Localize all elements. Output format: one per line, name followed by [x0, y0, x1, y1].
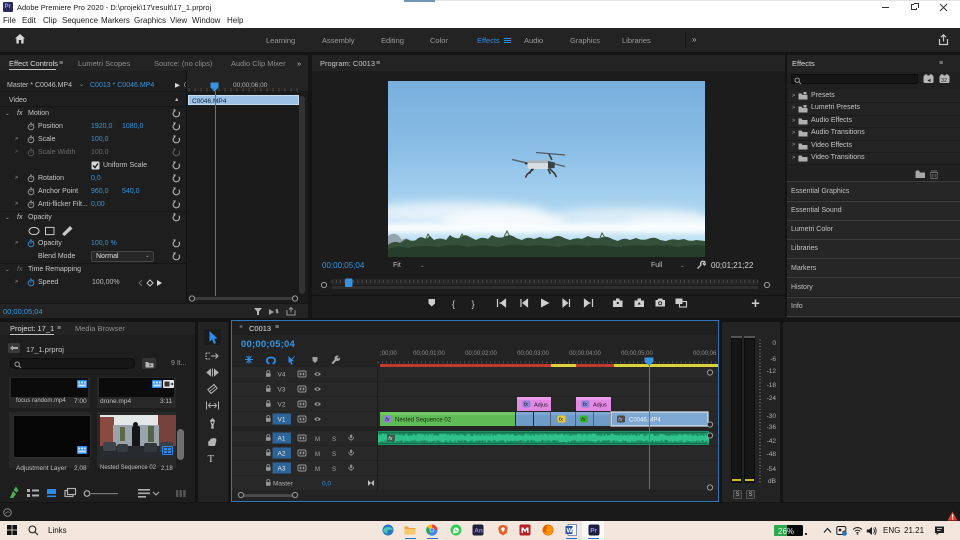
- svg-text:Pr: Pr: [590, 528, 597, 535]
- svg-text:32: 32: [941, 78, 947, 84]
- svg-text:fx: fx: [385, 417, 390, 423]
- svg-text:}: }: [472, 299, 475, 309]
- svg-text:fx: fx: [583, 402, 588, 408]
- svg-text:Adjus: Adjus: [593, 403, 607, 409]
- svg-text:C0046.MP4: C0046.MP4: [629, 418, 661, 424]
- svg-text:{: {: [452, 299, 455, 309]
- svg-text:fx: fx: [388, 436, 393, 442]
- svg-text:fx: fx: [524, 402, 529, 408]
- svg-text:fx: fx: [559, 417, 564, 423]
- svg-text:An: An: [474, 528, 483, 535]
- svg-text:Adjus: Adjus: [534, 403, 548, 409]
- svg-text:fx: fx: [581, 417, 586, 423]
- svg-text:Nested Sequence 02: Nested Sequence 02: [395, 418, 452, 424]
- svg-text:fx: fx: [618, 417, 623, 423]
- svg-text:T: T: [208, 453, 215, 465]
- svg-text:W: W: [567, 527, 574, 534]
